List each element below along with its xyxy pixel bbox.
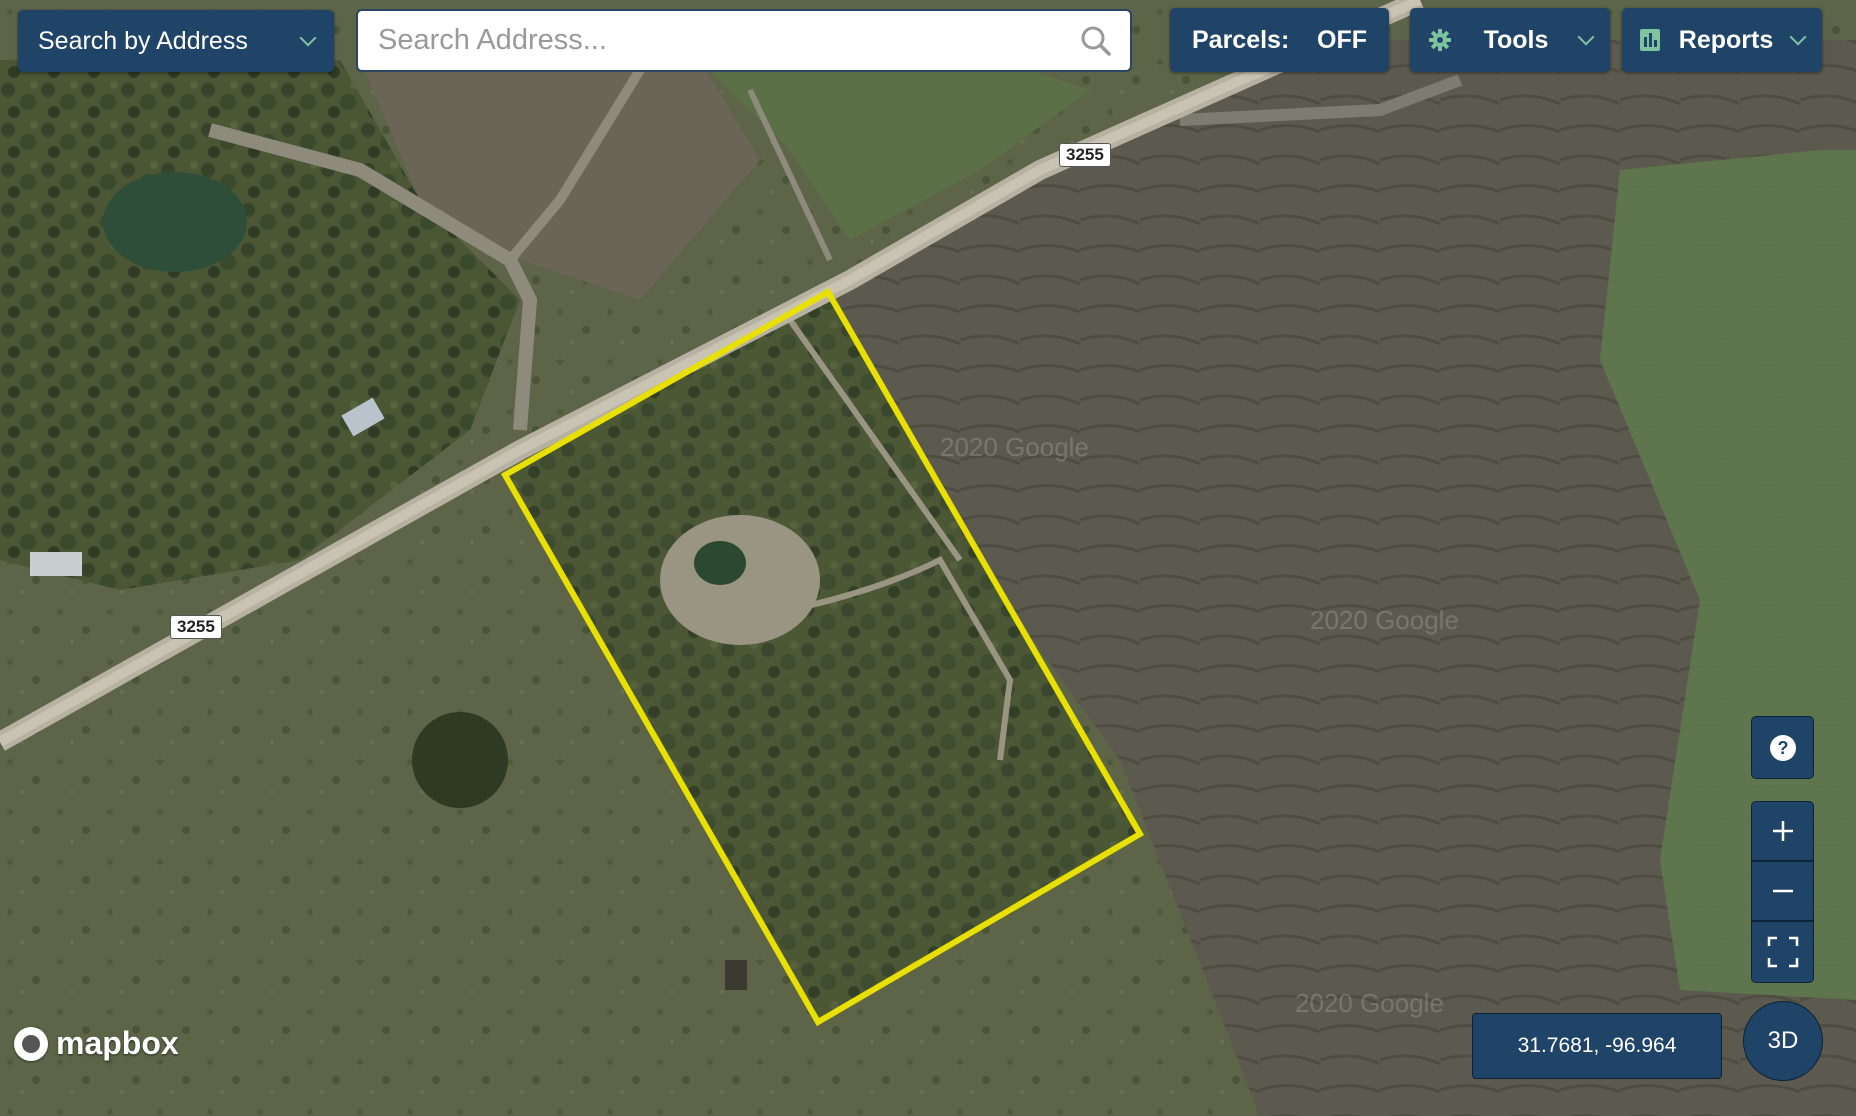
parcels-label: Parcels:: [1192, 25, 1290, 54]
search-input[interactable]: [376, 23, 1080, 58]
fullscreen-icon: [1767, 936, 1798, 968]
help-button[interactable]: ?: [1751, 716, 1814, 779]
search-mode-dropdown[interactable]: Search by Address: [18, 10, 334, 72]
mapbox-label: mapbox: [56, 1025, 179, 1061]
parcels-state: OFF: [1317, 25, 1367, 54]
svg-text:?: ?: [1777, 738, 1788, 758]
zoom-in-button[interactable]: [1751, 801, 1814, 861]
mapbox-logo-icon: [14, 1026, 48, 1061]
address-search-box[interactable]: [356, 9, 1132, 72]
imagery-watermark: 2020 Google: [1295, 988, 1444, 1018]
zoom-out-button[interactable]: [1751, 861, 1814, 921]
fullscreen-button[interactable]: [1751, 921, 1814, 983]
road-label: 3255: [170, 615, 222, 639]
tools-dropdown[interactable]: Tools: [1410, 8, 1610, 72]
plus-icon: [1772, 821, 1793, 841]
bar-chart-icon: [1640, 29, 1660, 51]
imagery-watermark: 2020 Google: [940, 432, 1089, 462]
parcels-toggle[interactable]: Parcels: OFF: [1170, 8, 1389, 72]
reports-label: Reports: [1678, 25, 1774, 54]
satellite-map[interactable]: [0, 0, 1856, 1116]
tools-label: Tools: [1483, 25, 1549, 54]
search-icon[interactable]: [1080, 25, 1112, 57]
chevron-down-icon: [1789, 28, 1807, 46]
imagery-watermark: 2020 Google: [1310, 605, 1459, 635]
3d-toggle-button[interactable]: 3D: [1743, 1001, 1823, 1081]
search-mode-label: Search by Address: [38, 26, 248, 55]
road-label: 3255: [1059, 143, 1111, 167]
chevron-down-icon: [1577, 28, 1595, 46]
coordinates-readout: 31.7681, -96.964: [1472, 1013, 1722, 1079]
chevron-down-icon: [299, 29, 317, 47]
gear-icon: [1429, 29, 1451, 51]
reports-dropdown[interactable]: Reports: [1622, 8, 1822, 72]
question-icon: ?: [1769, 734, 1796, 761]
mapbox-attribution[interactable]: mapbox: [14, 1025, 179, 1062]
minus-icon: [1772, 889, 1793, 893]
